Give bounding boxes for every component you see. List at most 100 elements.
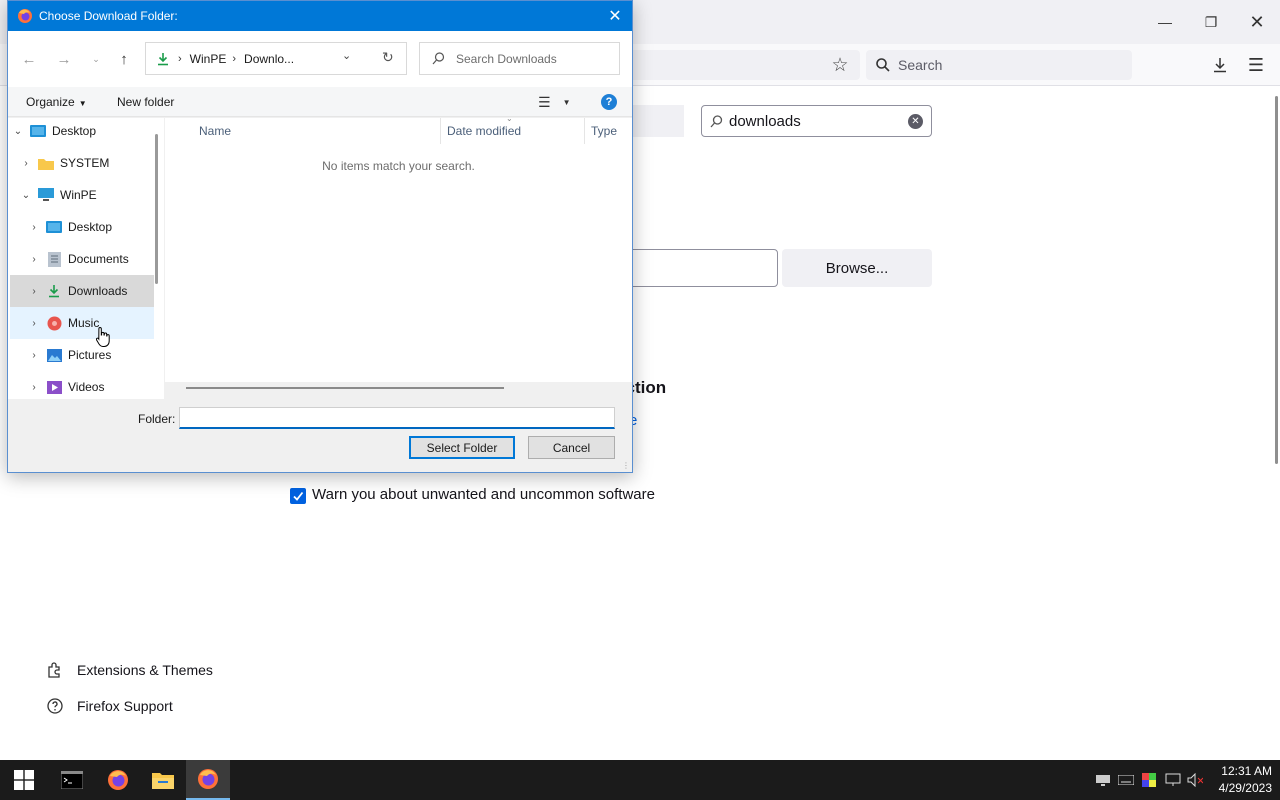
search-icon bbox=[432, 52, 445, 65]
breadcrumb-downloads[interactable]: Downlo... bbox=[244, 52, 294, 66]
chevron-down-icon[interactable]: ⌄ bbox=[12, 126, 24, 137]
sidebar-link-support[interactable]: Firefox Support bbox=[46, 697, 173, 715]
start-button[interactable] bbox=[2, 760, 46, 800]
taskbar-firefox-active[interactable] bbox=[186, 760, 230, 800]
hand-pointer-cursor-icon bbox=[95, 326, 110, 353]
pictures-icon bbox=[46, 348, 62, 362]
dialog-titlebar: Choose Download Folder: ✕ bbox=[8, 1, 632, 31]
volume-muted-icon[interactable] bbox=[1187, 772, 1203, 788]
address-dropdown-icon[interactable]: ⌄ bbox=[342, 49, 351, 62]
taskbar-file-explorer[interactable] bbox=[141, 760, 185, 800]
clock-time: 12:31 AM bbox=[1221, 764, 1272, 778]
column-header-date-modified[interactable]: Date modified bbox=[447, 124, 521, 138]
breadcrumb-winpe[interactable]: WinPE bbox=[190, 52, 227, 66]
view-options-button[interactable]: ☰ ▼ bbox=[538, 94, 570, 111]
tree-item-label: Documents bbox=[68, 252, 129, 266]
tree-item-music[interactable]: › Music bbox=[10, 307, 154, 339]
restore-button[interactable]: ❐ bbox=[1188, 0, 1234, 44]
checkmark-icon bbox=[293, 491, 304, 501]
taskbar: 12:31 AM 4/29/2023 bbox=[0, 760, 1280, 800]
taskbar-terminal[interactable] bbox=[50, 760, 94, 800]
network-drive-icon[interactable] bbox=[1095, 772, 1111, 788]
warn-unwanted-checkbox[interactable] bbox=[290, 488, 306, 504]
tree-item-label: Downloads bbox=[68, 284, 128, 298]
column-divider[interactable] bbox=[440, 118, 441, 144]
taskbar-firefox[interactable] bbox=[96, 760, 140, 800]
settings-find-input[interactable]: downloads ✕ bbox=[701, 105, 932, 137]
column-divider[interactable] bbox=[584, 118, 585, 144]
terminal-icon bbox=[61, 771, 83, 789]
firefox-logo-icon bbox=[198, 769, 218, 789]
minimize-button[interactable]: — bbox=[1142, 0, 1188, 44]
firefox-logo-icon bbox=[18, 9, 32, 23]
cancel-button[interactable]: Cancel bbox=[528, 436, 615, 459]
firefox-logo-icon bbox=[108, 770, 128, 790]
tree-item-winpe[interactable]: ⌄ WinPE bbox=[20, 179, 158, 211]
hamburger-menu-icon[interactable]: ☰ bbox=[1242, 52, 1270, 78]
page-scrollbar[interactable] bbox=[1275, 96, 1278, 464]
search-icon bbox=[710, 114, 723, 127]
network-icon[interactable] bbox=[1165, 772, 1181, 788]
chevron-down-icon[interactable]: ⌄ bbox=[20, 190, 32, 201]
chevron-right-icon[interactable]: › bbox=[28, 350, 40, 361]
tree-item-videos[interactable]: › Videos bbox=[28, 371, 154, 399]
forward-arrow-icon[interactable]: → bbox=[53, 45, 75, 73]
chevron-right-icon[interactable]: › bbox=[20, 158, 32, 169]
firefox-search-placeholder: Search bbox=[898, 57, 943, 73]
up-arrow-icon[interactable]: ↑ bbox=[113, 45, 135, 73]
tree-item-system[interactable]: › SYSTEM bbox=[20, 147, 158, 179]
chevron-right-icon[interactable]: › bbox=[28, 318, 40, 329]
tree-item-label: Videos bbox=[68, 380, 105, 394]
documents-icon bbox=[46, 251, 62, 267]
windows-logo-icon bbox=[14, 770, 34, 790]
tree-item-downloads[interactable]: › Downloads bbox=[10, 275, 154, 307]
chevron-right-icon[interactable]: › bbox=[28, 382, 40, 393]
tree-item-desktop-root[interactable]: ⌄ Desktop bbox=[12, 118, 150, 147]
tree-item-documents[interactable]: › Documents bbox=[28, 243, 154, 275]
dialog-close-button[interactable]: ✕ bbox=[602, 1, 628, 31]
keyboard-icon[interactable] bbox=[1118, 772, 1134, 788]
resize-grip-icon[interactable]: ⋮ bbox=[622, 462, 630, 470]
chevron-right-icon[interactable]: › bbox=[28, 222, 40, 233]
organize-button[interactable]: Organize ▼ bbox=[26, 95, 87, 109]
sidebar-link-extensions[interactable]: Extensions & Themes bbox=[46, 661, 213, 679]
chevron-right-icon[interactable]: › bbox=[28, 286, 40, 297]
folder-icon bbox=[38, 156, 54, 170]
recent-chevron-down-icon[interactable]: ⌄ bbox=[85, 45, 107, 73]
back-arrow-icon[interactable]: ← bbox=[18, 45, 40, 73]
downloads-toolbar-icon[interactable] bbox=[1206, 52, 1234, 78]
browse-button[interactable]: Browse... bbox=[782, 249, 932, 287]
close-window-button[interactable]: ✕ bbox=[1234, 0, 1280, 44]
refresh-icon[interactable]: ↻ bbox=[382, 49, 394, 66]
taskbar-clock[interactable]: 12:31 AM 4/29/2023 bbox=[1208, 763, 1272, 797]
select-folder-button[interactable]: Select Folder bbox=[409, 436, 515, 459]
dialog-title: Choose Download Folder: bbox=[39, 9, 178, 23]
list-view-icon: ☰ bbox=[538, 94, 551, 110]
tree-item-label: Desktop bbox=[52, 124, 97, 138]
firefox-search-box[interactable]: Search bbox=[866, 50, 1132, 80]
tree-item-desktop[interactable]: › Desktop bbox=[28, 211, 154, 243]
tree-item-pictures[interactable]: › Pictures bbox=[28, 339, 154, 371]
dialog-search-box[interactable]: Search Downloads bbox=[419, 42, 620, 75]
desktop-icon bbox=[30, 124, 46, 138]
folder-input[interactable] bbox=[179, 407, 615, 429]
sort-indicator-icon: ⌄ bbox=[506, 114, 513, 123]
tree-scrollbar[interactable] bbox=[155, 134, 158, 284]
caret-down-icon: ▼ bbox=[78, 99, 87, 108]
navigation-pane: ⌄ Desktop › SYSTEM ⌄ WinPE › Desktop › D… bbox=[8, 118, 164, 399]
chevron-right-icon[interactable]: › bbox=[28, 254, 40, 265]
color-app-icon[interactable] bbox=[1141, 772, 1157, 788]
horizontal-scrollbar[interactable] bbox=[186, 387, 504, 389]
bookmark-star-icon[interactable]: ☆ bbox=[826, 52, 854, 78]
help-icon[interactable]: ? bbox=[601, 94, 617, 110]
tree-item-label: SYSTEM bbox=[60, 156, 110, 170]
choose-folder-dialog: Choose Download Folder: ✕ ← → ⌄ ↑ › WinP… bbox=[7, 0, 633, 473]
address-bar[interactable]: › WinPE › Downlo... ⌄ ↻ bbox=[145, 42, 407, 75]
clear-search-icon[interactable]: ✕ bbox=[908, 114, 923, 129]
file-list: ⌄ Name Date modified Type No items match… bbox=[165, 114, 632, 389]
downloads-icon bbox=[46, 284, 62, 298]
column-header-type[interactable]: Type bbox=[591, 124, 617, 138]
column-header-name[interactable]: Name bbox=[199, 124, 231, 138]
new-folder-button[interactable]: New folder bbox=[117, 95, 174, 109]
videos-icon bbox=[46, 380, 62, 394]
